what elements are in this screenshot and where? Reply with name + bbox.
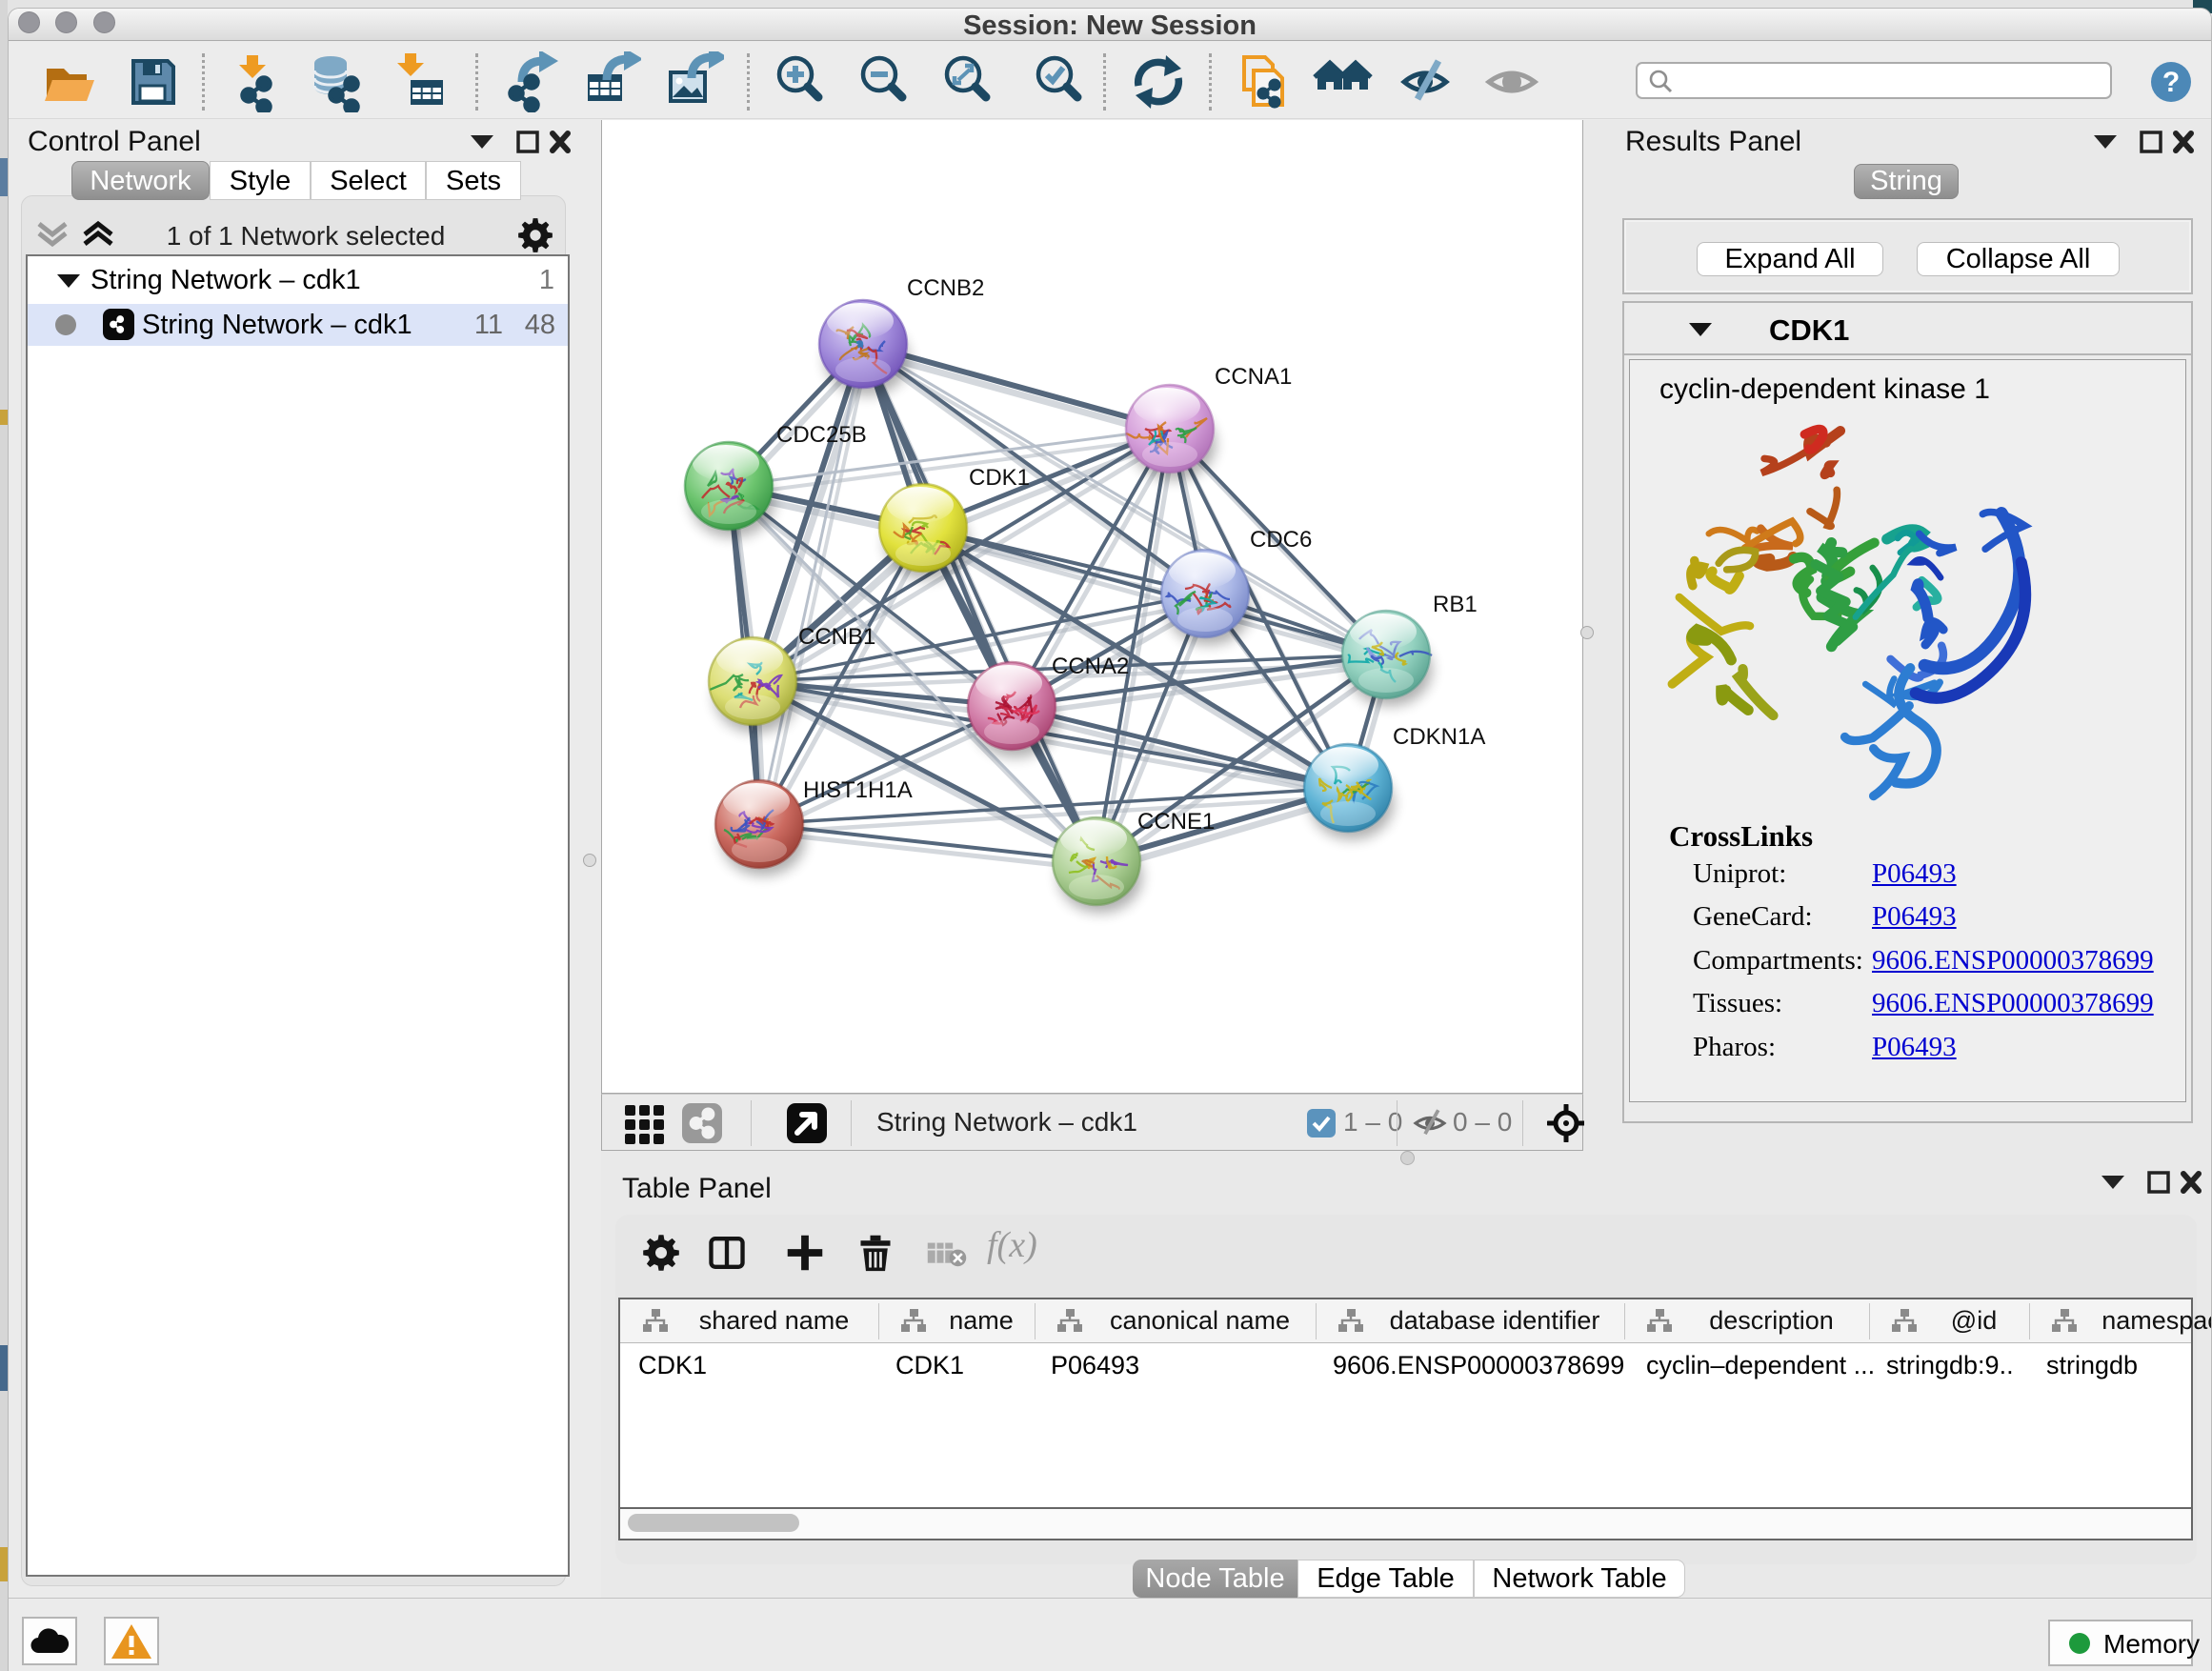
svg-text:CCNA2: CCNA2 [1052,654,1129,679]
svg-text:CCNE1: CCNE1 [1137,809,1215,835]
svg-text:CDK1: CDK1 [969,465,1030,491]
svg-text:CDC6: CDC6 [1250,527,1312,553]
svg-text:CDKN1A: CDKN1A [1393,724,1485,750]
svg-text:?: ? [2162,67,2180,98]
svg-text:CDC25B: CDC25B [776,422,867,448]
svg-text:CCNB1: CCNB1 [798,624,875,650]
svg-text:RB1: RB1 [1433,592,1478,617]
svg-text:CCNA1: CCNA1 [1215,364,1292,390]
svg-text:HIST1H1A: HIST1H1A [803,777,913,803]
svg-text:CCNB2: CCNB2 [907,275,984,301]
